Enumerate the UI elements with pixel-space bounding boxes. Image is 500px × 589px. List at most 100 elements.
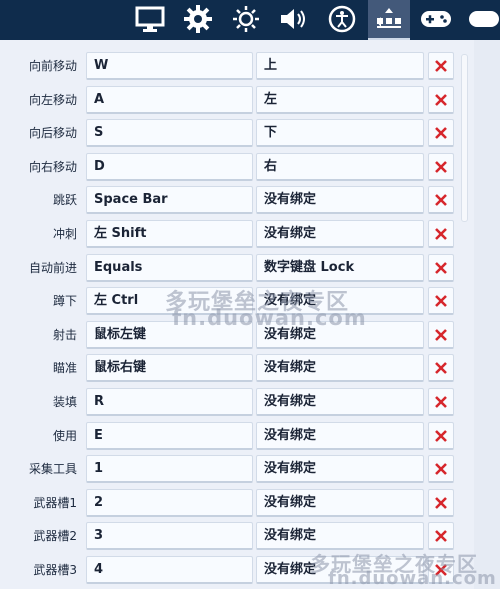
clear-binding-button[interactable] [428,153,454,181]
primary-binding-button[interactable]: 3 [86,522,253,550]
gamepad-icon [421,11,451,27]
action-label: 射击 [52,328,77,342]
primary-binding-button[interactable]: R [86,388,253,416]
secondary-binding-button[interactable]: 没有绑定 [256,220,424,248]
side-panel-edge [474,40,500,589]
close-icon [435,193,447,206]
keybind-row: 采集工具 1 没有绑定 [0,455,460,483]
close-icon [435,361,447,374]
close-icon [435,429,447,442]
keybind-row: 冲刺左 Shift 没有绑定 [0,220,460,248]
clear-binding-button[interactable] [428,522,454,550]
tab-audio[interactable] [276,0,312,38]
secondary-binding-button[interactable]: 没有绑定 [256,455,424,483]
secondary-binding-button[interactable]: 没有绑定 [256,388,424,416]
action-label: 武器槽1 [33,496,77,510]
close-icon [435,59,447,72]
primary-binding-button[interactable]: A [86,86,253,114]
clear-binding-button[interactable] [428,186,454,214]
secondary-binding-button[interactable]: 没有绑定 [256,186,424,214]
primary-binding-button[interactable]: 4 [86,556,253,584]
primary-binding-button[interactable]: D [86,153,253,181]
secondary-binding-button[interactable]: 没有绑定 [256,422,424,450]
keybind-row: 装填 R 没有绑定 [0,388,460,416]
keybind-row: 向右移动 D 右 [0,153,460,181]
action-label: 自动前进 [28,261,77,275]
keybind-row: 使用 E 没有绑定 [0,422,460,450]
action-label: 采集工具 [28,462,77,476]
clear-binding-button[interactable] [428,119,454,147]
secondary-binding-button[interactable]: 没有绑定 [256,354,424,382]
action-label: 向右移动 [28,160,77,174]
action-label: 跳跃 [52,193,77,207]
keybind-row: 向后移动 S 下 [0,119,460,147]
tab-more[interactable] [468,0,500,38]
keybind-row: 跳跃 Space Bar 没有绑定 [0,186,460,214]
primary-binding-button[interactable]: 左 Shift [86,220,253,248]
primary-binding-button[interactable]: S [86,119,253,147]
action-label: 冲刺 [52,227,77,241]
action-label: 蹲下 [52,294,77,308]
action-label: 瞄准 [52,361,77,375]
close-icon [435,93,447,106]
controls-icon [377,8,401,28]
speaker-icon [281,9,305,29]
secondary-binding-button[interactable]: 右 [256,153,424,181]
secondary-binding-button[interactable]: 没有绑定 [256,489,424,517]
tab-game[interactable] [180,0,216,38]
brightness-icon [233,6,259,32]
secondary-binding-button[interactable]: 数字键盘 Lock [256,254,424,282]
close-icon [435,529,447,542]
action-label: 武器槽2 [33,529,77,543]
action-label: 武器槽3 [33,563,77,577]
close-icon [435,294,447,307]
accessibility-icon [328,5,356,33]
clear-binding-button[interactable] [428,354,454,382]
close-icon [435,227,447,240]
secondary-binding-button[interactable]: 左 [256,86,424,114]
clear-binding-button[interactable] [428,287,454,315]
keybind-row: 向前移动 W 上 [0,52,460,80]
monitor-icon [135,6,165,32]
tab-accessibility[interactable] [324,0,360,38]
watermark-url: fn.duowan.com [328,568,497,589]
close-icon [435,328,447,341]
action-label: 向前移动 [28,59,77,73]
clear-binding-button[interactable] [428,52,454,80]
primary-binding-button[interactable]: 2 [86,489,253,517]
action-label: 装填 [52,395,77,409]
primary-binding-button[interactable]: 鼠标右键 [86,354,253,382]
primary-binding-button[interactable]: W [86,52,253,80]
secondary-binding-button[interactable]: 上 [256,52,424,80]
primary-binding-button[interactable]: Equals [86,254,253,282]
tab-brightness[interactable] [228,0,264,38]
settings-tab-bar [0,0,500,40]
action-label: 向左移动 [28,93,77,107]
clear-binding-button[interactable] [428,321,454,349]
action-label: 向后移动 [28,126,77,140]
close-icon [435,462,447,475]
gear-icon [184,5,212,33]
tab-video[interactable] [132,0,168,38]
scrollbar[interactable] [461,54,468,222]
primary-binding-button[interactable]: E [86,422,253,450]
tab-controller[interactable] [418,0,454,38]
close-icon [435,126,447,139]
close-icon [435,160,447,173]
action-label: 使用 [52,429,77,443]
secondary-binding-button[interactable]: 下 [256,119,424,147]
primary-binding-button[interactable]: Space Bar [86,186,253,214]
clear-binding-button[interactable] [428,220,454,248]
primary-binding-button[interactable]: 1 [86,455,253,483]
keybind-row: 瞄准 鼠标右键 没有绑定 [0,354,460,382]
clear-binding-button[interactable] [428,254,454,282]
secondary-binding-button[interactable]: 没有绑定 [256,522,424,550]
keybind-row: 自动前进 Equals 数字键盘 Lock [0,254,460,282]
tab-controls[interactable] [368,0,410,40]
clear-binding-button[interactable] [428,388,454,416]
keybind-row: 武器槽1 2 没有绑定 [0,489,460,517]
clear-binding-button[interactable] [428,422,454,450]
clear-binding-button[interactable] [428,489,454,517]
clear-binding-button[interactable] [428,86,454,114]
clear-binding-button[interactable] [428,455,454,483]
